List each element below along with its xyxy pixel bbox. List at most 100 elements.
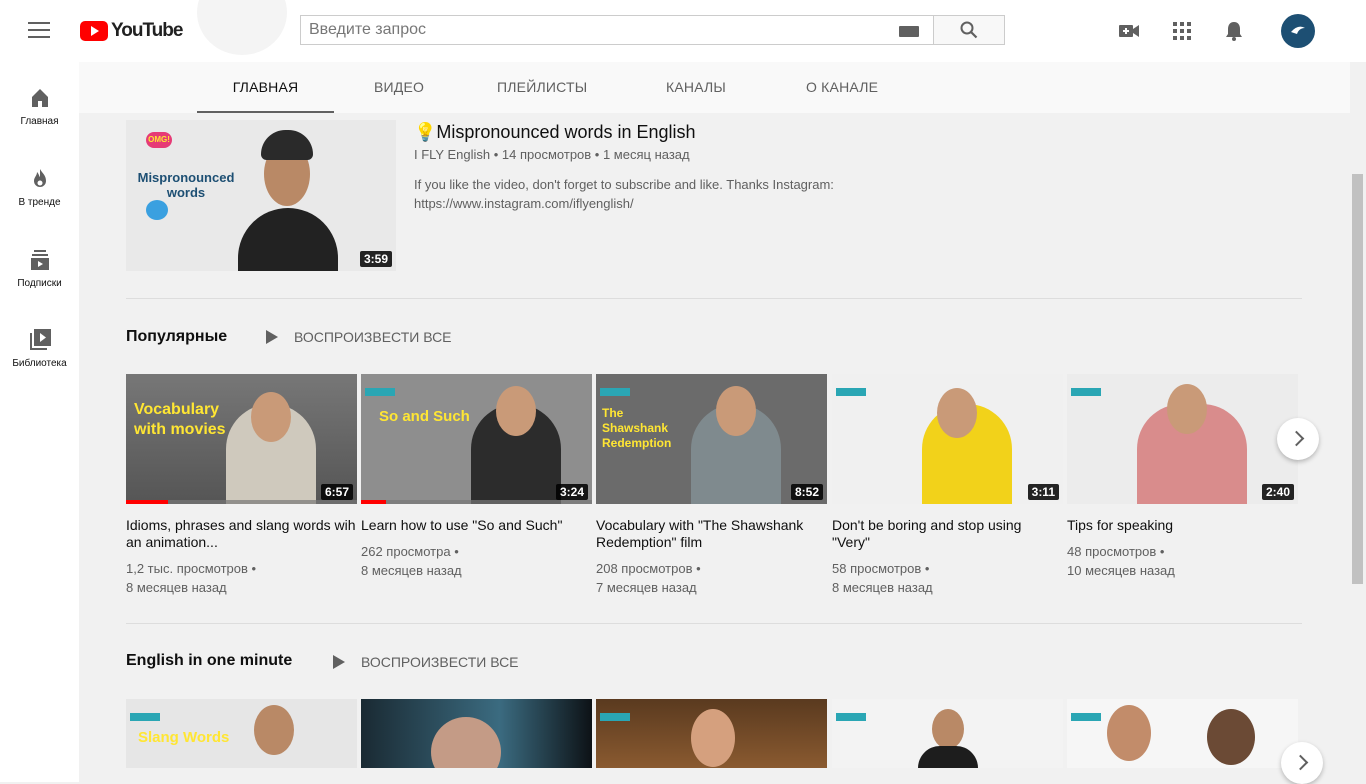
search-input[interactable] [301,16,877,44]
sidebar-item-home[interactable]: Главная [0,86,79,127]
upload-age: 10 месяцев назад [1067,563,1175,578]
video-card[interactable] [1067,699,1298,768]
tab-home[interactable]: ГЛАВНАЯ [197,62,334,113]
video-card[interactable] [361,699,592,768]
video-thumbnail[interactable] [361,699,592,768]
shelf-title[interactable]: English in one minute [126,652,292,670]
video-thumbnail[interactable] [832,699,1063,768]
search-button[interactable] [933,15,1005,45]
thumb-person-head [1207,709,1255,765]
watch-progress [126,500,168,504]
thumb-person [238,208,338,271]
thumb-caption: So and Such [379,408,470,425]
video-title[interactable]: Don't be boring and stop using "Very" [832,517,1063,551]
thumb-person-head [496,386,536,436]
thumb-badge: OMG! [146,132,172,148]
sidebar-item-library[interactable]: Библиотека [0,328,79,369]
video-thumbnail[interactable] [1067,699,1298,768]
scrollbar[interactable] [1350,62,1366,782]
featured-thumbnail[interactable]: OMG! Mispronounced words 3:59 [126,120,396,271]
keyboard-icon[interactable] [899,26,919,37]
channel-badge [836,388,866,396]
play-all-button[interactable]: ВОСПРОИЗВЕСТИ ВСЕ [333,654,519,670]
watch-progress [361,500,387,504]
library-icon [29,329,51,350]
avatar[interactable] [1281,14,1315,48]
create-video-icon[interactable] [1118,20,1140,42]
sidebar-item-label: Главная [20,116,59,127]
tab-channels[interactable]: КАНАЛЫ [666,62,726,113]
search-box[interactable] [300,15,934,45]
play-all-button[interactable]: ВОСПРОИЗВЕСТИ ВСЕ [266,329,452,345]
video-title[interactable]: Idioms, phrases and slang words wih an a… [126,517,357,551]
shelf-title[interactable]: Популярные [126,328,227,346]
thumb-person-hair [261,130,313,160]
thumb-person-head [1167,384,1207,434]
tab-about[interactable]: О КАНАЛЕ [806,62,878,113]
sidebar-item-subscriptions[interactable]: Подписки [0,248,79,289]
upload-age: 8 месяцев назад [832,580,933,595]
divider [126,623,1302,624]
video-card[interactable]: The Shawshank Redemption 8:52 Vocabulary… [596,374,827,597]
next-arrow-button[interactable] [1281,742,1323,784]
video-duration: 3:11 [1027,484,1059,500]
progress-track [361,500,592,504]
next-arrow-button[interactable] [1277,418,1319,460]
search-icon [960,21,978,39]
video-thumbnail[interactable]: The Shawshank Redemption 8:52 [596,374,827,504]
video-thumbnail[interactable] [596,699,827,768]
video-card[interactable] [596,699,827,768]
channel-name[interactable]: I FLY English [414,147,490,162]
video-thumbnail[interactable]: Vocabulary with movies 6:57 [126,374,357,504]
thumb-paint-icon [146,200,168,220]
view-count: 58 просмотров [832,561,922,576]
video-card[interactable]: So and Such 3:24 Learn how to use "So an… [361,374,592,580]
view-count: 1,2 тыс. просмотров [126,561,248,576]
play-icon [333,655,345,669]
view-count: 48 просмотров [1067,544,1157,559]
video-thumbnail[interactable]: Slang Words [126,699,357,768]
featured-title[interactable]: 💡Mispronounced words in English [414,122,696,143]
thumb-person-head [691,709,735,767]
sidebar-item-trending[interactable]: В тренде [0,167,79,208]
upload-age: 7 месяцев назад [596,580,697,595]
menu-icon[interactable] [28,22,50,38]
video-thumbnail[interactable]: 2:40 [1067,374,1298,504]
video-duration: 3:59 [359,251,392,267]
video-duration: 3:24 [555,484,588,500]
scrollbar-thumb[interactable] [1352,174,1363,584]
video-card[interactable]: 3:11 Don't be boring and stop using "Ver… [832,374,1063,597]
view-count: 208 просмотров [596,561,693,576]
home-icon [31,89,48,107]
youtube-logo[interactable]: YouTube [80,20,183,41]
video-title[interactable]: Learn how to use "So and Such" [361,517,592,534]
thumb-person-head [932,709,964,749]
view-count: 262 просмотра [361,544,451,559]
video-card[interactable]: 2:40 Tips for speaking 48 просмотров • 1… [1067,374,1298,580]
upload-age: 8 месяцев назад [361,563,462,578]
tab-playlists[interactable]: ПЛЕЙЛИСТЫ [497,62,587,113]
video-card[interactable]: Slang Words [126,699,357,768]
sidebar-item-label: Подписки [17,278,62,289]
channel-badge [130,713,160,721]
video-title[interactable]: Tips for speaking [1067,517,1298,534]
fire-icon [33,169,46,187]
video-meta: 208 просмотров • 7 месяцев назад [596,561,701,595]
tab-videos[interactable]: ВИДЕО [374,62,424,113]
channel-tabs: ГЛАВНАЯ ВИДЕО ПЛЕЙЛИСТЫ КАНАЛЫ О КАНАЛЕ [79,62,1350,113]
apps-icon[interactable] [1171,20,1193,42]
divider [126,298,1302,299]
thumb-person-head [254,705,294,755]
channel-badge [1071,713,1101,721]
video-title[interactable]: Vocabulary with "The Shawshank Redemptio… [596,517,827,551]
video-card[interactable]: Vocabulary with movies 6:57 Idioms, phra… [126,374,357,597]
video-thumbnail[interactable]: 3:11 [832,374,1063,504]
notifications-icon[interactable] [1223,20,1245,42]
video-card[interactable] [832,699,1063,768]
masthead: YouTube [0,0,1366,62]
channel-avatar-ghost [197,0,287,55]
video-meta: 58 просмотров • 8 месяцев назад [832,561,933,595]
channel-badge [1071,388,1101,396]
video-thumbnail[interactable]: So and Such 3:24 [361,374,592,504]
video-meta: 48 просмотров • 10 месяцев назад [1067,544,1175,578]
